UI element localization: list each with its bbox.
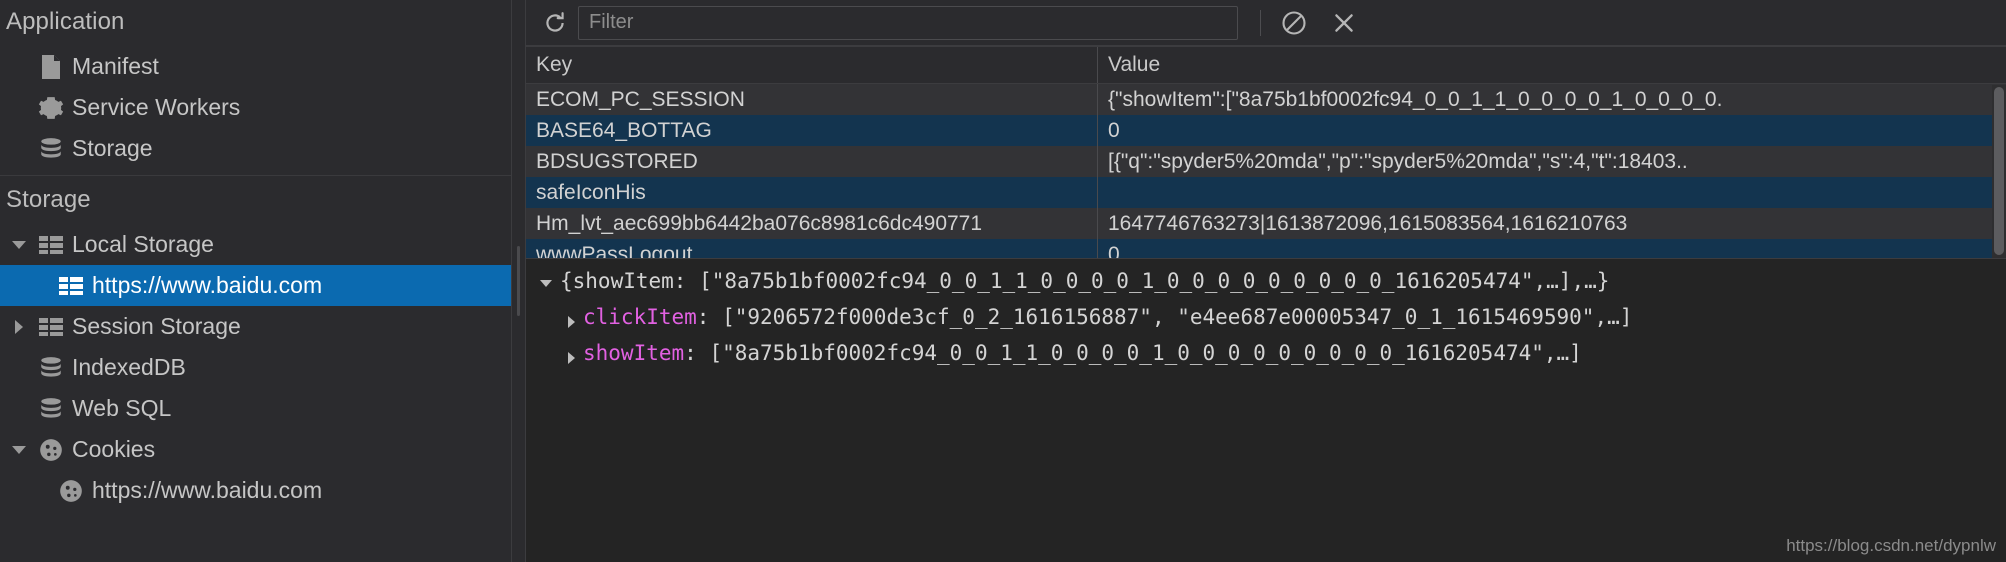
sidebar-item-label: Web SQL	[72, 395, 172, 421]
watermark: https://blog.csdn.net/dypnlw	[1786, 536, 1996, 555]
table-scrollbar[interactable]	[1992, 85, 2006, 258]
cookie-icon	[32, 437, 70, 463]
table-row[interactable]: safeIconHis	[526, 177, 2006, 208]
table-icon	[32, 316, 70, 338]
cell-key: wwwPassLogout	[526, 239, 1098, 258]
column-header-key[interactable]: Key	[526, 47, 1098, 83]
main-panel: Key Value ECOM_PC_SESSION {"showItem":["…	[526, 0, 2006, 562]
table-row[interactable]: ECOM_PC_SESSION {"showItem":["8a75b1bf00…	[526, 84, 2006, 115]
preview-child-line-showitem[interactable]: showItem : ["8a75b1bf0002fc94_0_0_1_1_0_…	[526, 341, 2006, 377]
preview-property-value: : ["8a75b1bf0002fc94_0_0_1_1_0_0_0_0_1_0…	[684, 341, 1582, 365]
expander-expanded-icon[interactable]	[540, 280, 552, 287]
close-icon[interactable]	[1325, 6, 1363, 40]
storage-table: Key Value ECOM_PC_SESSION {"showItem":["…	[526, 46, 2006, 258]
preview-root-line[interactable]: {showItem: ["8a75b1bf0002fc94_0_0_1_1_0_…	[526, 269, 2006, 305]
sidebar-item-local-storage[interactable]: Local Storage	[0, 224, 511, 265]
sidebar-item-label: https://www.baidu.com	[92, 477, 323, 503]
gear-icon	[32, 95, 70, 121]
cell-key: Hm_lvt_aec699bb6442ba076c8981c6dc490771	[526, 208, 1098, 239]
expander-collapsed-icon[interactable]	[568, 316, 575, 328]
sidebar-item-service-workers[interactable]: Service Workers	[0, 87, 511, 128]
preview-property-name: showItem	[583, 341, 685, 365]
cell-key: ECOM_PC_SESSION	[526, 84, 1098, 115]
sidebar: Application Manifest Service Workers Sto…	[0, 0, 512, 562]
preview-property-name: clickItem	[583, 305, 697, 329]
table-row[interactable]: BDSUGSTORED [{"q":"spyder5%20mda","p":"s…	[526, 146, 2006, 177]
sidebar-section-application-title: Application	[6, 8, 125, 35]
expander-expanded-icon[interactable]	[6, 240, 32, 249]
filter-input-wrapper[interactable]	[578, 5, 1238, 40]
column-header-value[interactable]: Value	[1098, 47, 2006, 83]
sidebar-item-label: IndexedDB	[72, 354, 186, 380]
expander-collapsed-icon[interactable]	[568, 352, 575, 364]
toolbar-separator	[1260, 9, 1261, 36]
table-header-row: Key Value	[526, 46, 2006, 84]
sidebar-item-indexeddb[interactable]: IndexedDB	[0, 347, 511, 388]
sidebar-item-label: https://www.baidu.com	[92, 272, 323, 298]
cell-key: safeIconHis	[526, 177, 1098, 208]
table-scrollbar-thumb[interactable]	[1994, 87, 2004, 255]
sidebar-divider	[0, 175, 511, 176]
sidebar-item-label: Storage	[72, 135, 153, 161]
cell-value: [{"q":"spyder5%20mda","p":"spyder5%20mda…	[1108, 149, 1688, 173]
sidebar-section-storage-title: Storage	[6, 186, 91, 213]
cell-value: 0	[1108, 118, 1120, 142]
devtools-application-panel: Application Manifest Service Workers Sto…	[0, 0, 2006, 562]
panel-splitter[interactable]	[512, 0, 526, 562]
sidebar-item-local-storage-baidu[interactable]: https://www.baidu.com	[0, 265, 511, 306]
table-row[interactable]: BASE64_BOTTAG 0	[526, 115, 2006, 146]
table-icon	[52, 275, 90, 297]
sidebar-item-label: Cookies	[72, 436, 156, 462]
sidebar-item-label: Local Storage	[72, 231, 214, 257]
clear-icon[interactable]	[1275, 6, 1313, 40]
cell-value: 0	[1108, 242, 1120, 259]
cell-value: {"showItem":["8a75b1bf0002fc94_0_0_1_1_0…	[1108, 87, 1723, 111]
preview-root-text: {showItem: ["8a75b1bf0002fc94_0_0_1_1_0_…	[560, 269, 1610, 293]
sidebar-item-cookies[interactable]: Cookies	[0, 429, 511, 470]
cell-key: BASE64_BOTTAG	[526, 115, 1098, 146]
sidebar-item-label: Service Workers	[72, 94, 241, 120]
database-icon	[32, 396, 70, 422]
document-icon	[32, 54, 70, 80]
sidebar-item-web-sql[interactable]: Web SQL	[0, 388, 511, 429]
sidebar-item-label: Manifest	[72, 53, 159, 79]
sidebar-item-label: Session Storage	[72, 313, 241, 339]
sidebar-item-manifest[interactable]: Manifest	[0, 46, 511, 87]
sidebar-item-cookies-baidu[interactable]: https://www.baidu.com	[0, 470, 511, 511]
sidebar-item-session-storage[interactable]: Session Storage	[0, 306, 511, 347]
table-row[interactable]: Hm_lvt_aec699bb6442ba076c8981c6dc490771 …	[526, 208, 2006, 239]
value-preview-pane: {showItem: ["8a75b1bf0002fc94_0_0_1_1_0_…	[526, 258, 2006, 562]
database-icon	[32, 355, 70, 381]
preview-property-value: : ["9206572f000de3cf_0_2_1616156887", "e…	[696, 305, 1633, 329]
cell-value	[1098, 177, 2006, 208]
toolbar	[526, 0, 2006, 46]
cell-value: 1647746763273|1613872096,1615083564,1616…	[1108, 211, 1628, 235]
cookie-icon	[52, 478, 90, 504]
database-icon	[32, 136, 70, 162]
preview-child-line-clickitem[interactable]: clickItem : ["9206572f000de3cf_0_2_16161…	[526, 305, 2006, 341]
expander-collapsed-icon[interactable]	[6, 319, 32, 334]
table-row[interactable]: wwwPassLogout 0	[526, 239, 2006, 258]
filter-input[interactable]	[589, 11, 1227, 34]
sidebar-item-storage[interactable]: Storage	[0, 128, 511, 169]
expander-expanded-icon[interactable]	[6, 445, 32, 454]
table-icon	[32, 234, 70, 256]
cell-key: BDSUGSTORED	[526, 146, 1098, 177]
refresh-icon[interactable]	[536, 6, 574, 40]
